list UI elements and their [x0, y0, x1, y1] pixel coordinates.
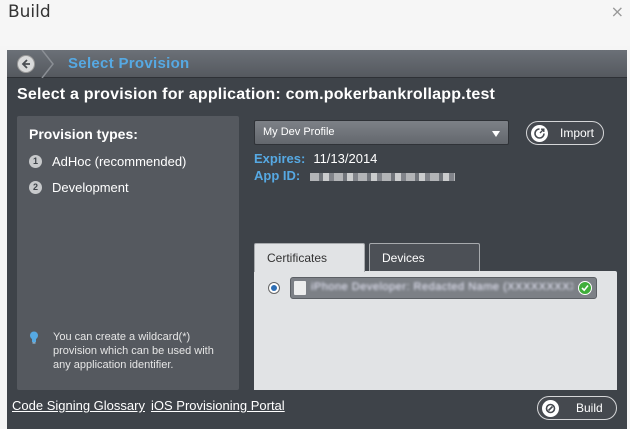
page-title: Select Provision	[68, 55, 190, 72]
build-icon	[542, 399, 559, 417]
ios-provisioning-portal-link[interactable]: iOS Provisioning Portal	[151, 398, 285, 413]
provision-type-adhoc[interactable]: 1 AdHoc (recommended)	[29, 152, 186, 170]
tab-devices[interactable]: Devices	[369, 243, 480, 271]
tab-certificates[interactable]: Certificates	[254, 243, 365, 272]
code-signing-glossary-link[interactable]: Code Signing Glossary	[12, 398, 145, 413]
chevron-down-icon	[492, 131, 500, 137]
list-item[interactable]: iPhone Developer: Redacted Name (XXXXXXX…	[290, 277, 597, 299]
profile-dropdown[interactable]: My Dev Profile	[254, 120, 509, 145]
back-arrow-icon	[21, 59, 30, 69]
provision-type-development[interactable]: 2 Development	[29, 178, 129, 196]
dialog-footer: Code Signing Glossary iOS Provisioning P…	[7, 390, 627, 429]
app-id-label: App ID:	[254, 168, 301, 183]
certificate-radio[interactable]	[268, 282, 280, 294]
profile-dropdown-value: My Dev Profile	[263, 126, 335, 138]
window-titlebar: Build ×	[0, 0, 630, 46]
radio-dot	[271, 285, 277, 291]
certificate-name: iPhone Developer: Redacted Name (XXXXXXX…	[311, 281, 573, 293]
provision-types-title: Provision types:	[29, 126, 138, 142]
build-button-label: Build	[576, 401, 603, 415]
breadcrumb-chevron-icon	[41, 50, 54, 78]
close-icon[interactable]: ×	[611, 2, 624, 21]
step-number-badge: 2	[29, 180, 42, 194]
provision-subtitle: Select a provision for application: com.…	[17, 86, 496, 103]
expires-row: Expires: 11/13/2014	[254, 151, 377, 167]
provision-type-label: AdHoc (recommended)	[52, 153, 187, 169]
step-number-badge: 1	[29, 154, 42, 168]
back-button[interactable]	[17, 55, 35, 73]
checkmark-icon	[578, 281, 592, 295]
app-id-value-redacted	[310, 172, 456, 181]
lightbulb-icon	[30, 331, 38, 344]
expires-label: Expires:	[254, 151, 306, 166]
build-dialog: Select Provision Select a provision for …	[7, 50, 627, 429]
certificate-icon	[294, 281, 306, 295]
wildcard-hint-text: You can create a wildcard(*) provision w…	[53, 331, 214, 371]
import-button[interactable]: Import	[526, 121, 604, 145]
window-title: Build	[8, 2, 51, 22]
provision-type-label: Development	[52, 179, 129, 195]
provision-details: My Dev Profile Import Expires: 11/13/2014…	[254, 116, 617, 427]
app-id-row: App ID:	[254, 168, 456, 184]
step-header: Select Provision	[7, 50, 627, 78]
import-icon	[531, 124, 548, 142]
import-button-label: Import	[560, 126, 595, 140]
expires-value: 11/13/2014	[313, 151, 378, 166]
build-button[interactable]: Build	[537, 396, 617, 420]
provision-types-panel: Provision types: 1 AdHoc (recommended) 2…	[17, 116, 239, 390]
